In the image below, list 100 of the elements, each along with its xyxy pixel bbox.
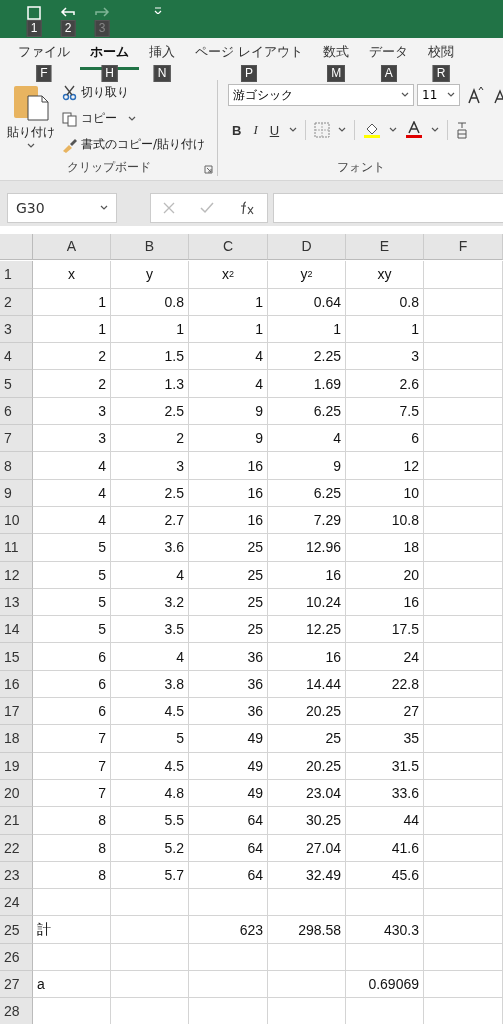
keytip-badge: A	[380, 65, 397, 82]
dropdown-icon[interactable]	[338, 127, 347, 133]
column-header[interactable]: C	[189, 234, 268, 260]
table-cell: 2.7	[111, 506, 189, 535]
name-box[interactable]: G30	[7, 192, 117, 223]
table-cell: 9	[189, 425, 268, 453]
row-header[interactable]: 24	[0, 889, 33, 917]
column-header[interactable]: B	[111, 234, 189, 260]
table-cell: 10.8	[346, 506, 424, 535]
table-cell: 5	[33, 561, 111, 589]
phonetic-guide-icon[interactable]	[456, 121, 469, 139]
table-cell: a	[33, 971, 111, 999]
row-header[interactable]: 3	[0, 315, 33, 344]
shrink-font-icon[interactable]	[494, 88, 503, 104]
row-header[interactable]: 15	[0, 643, 33, 671]
row-header[interactable]: 23	[0, 861, 33, 890]
column-header[interactable]: A	[33, 234, 111, 260]
table-cell: 16	[189, 479, 268, 507]
row-header[interactable]: 18	[0, 725, 33, 753]
row-header[interactable]: 25	[0, 916, 33, 944]
table-cell: 7.5	[346, 397, 424, 426]
table-cell: 7	[33, 752, 111, 780]
table-cell: 6	[33, 670, 111, 699]
dropdown-icon[interactable]	[389, 127, 398, 133]
table-cell: 45.6	[346, 861, 424, 890]
row-header[interactable]: 14	[0, 616, 33, 644]
row-header[interactable]: 28	[0, 998, 33, 1024]
table-cell: 8	[33, 807, 111, 835]
cut-button[interactable]: 切り取り	[62, 84, 129, 101]
undo-icon[interactable]	[60, 6, 76, 18]
table-cell: 14.44	[268, 670, 346, 699]
row-header[interactable]: 12	[0, 561, 33, 589]
redo-icon[interactable]	[94, 6, 110, 18]
copy-button[interactable]: コピー	[62, 110, 136, 127]
table-cell: 16	[268, 643, 346, 671]
font-color-icon[interactable]	[405, 121, 424, 139]
row-header[interactable]: 17	[0, 698, 33, 726]
format-painter-button[interactable]: 書式のコピー/貼り付け	[62, 136, 206, 153]
keytip-badge: R	[432, 65, 450, 82]
table-cell: 4	[111, 643, 189, 671]
table-cell: 4	[33, 479, 111, 507]
customize-toolbar-icon[interactable]	[154, 6, 162, 14]
dropdown-icon[interactable]	[289, 127, 298, 133]
row-header[interactable]: 4	[0, 343, 33, 371]
row-header[interactable]: 7	[0, 425, 33, 453]
table-cell: 0.69069	[346, 971, 424, 999]
grow-font-icon[interactable]	[468, 86, 484, 104]
underline-button[interactable]: U	[267, 122, 282, 138]
row-header[interactable]: 11	[0, 534, 33, 562]
dropdown-icon[interactable]	[431, 127, 440, 133]
insert-function-icon[interactable]	[238, 200, 255, 215]
dropdown-icon[interactable]	[100, 204, 108, 211]
row-header[interactable]: 19	[0, 752, 33, 780]
table-cell: 36	[189, 698, 268, 726]
row-header[interactable]: 6	[0, 397, 33, 426]
save-icon[interactable]	[27, 6, 41, 20]
row-header[interactable]: 2	[0, 288, 33, 316]
table-cell: x	[33, 261, 111, 289]
row-header[interactable]: 20	[0, 779, 33, 808]
row-header[interactable]: 8	[0, 452, 33, 480]
row-header[interactable]: 13	[0, 588, 33, 617]
fill-color-icon[interactable]	[363, 121, 382, 139]
table-cell: 35	[346, 725, 424, 753]
paste-button[interactable]: 貼り付け	[2, 82, 60, 149]
row-header[interactable]: 9	[0, 479, 33, 507]
table-cell: 3	[33, 397, 111, 426]
dropdown-icon[interactable]	[401, 92, 409, 98]
keytip-badge: F	[36, 65, 52, 82]
row-header[interactable]: 10	[0, 506, 33, 535]
table-cell: 4	[33, 452, 111, 480]
column-header[interactable]: D	[268, 234, 346, 260]
row-header[interactable]: 26	[0, 943, 33, 971]
column-header[interactable]: F	[424, 234, 503, 260]
scissors-icon	[62, 84, 78, 101]
table-cell: 3.5	[111, 616, 189, 644]
dialog-launcher-icon[interactable]	[204, 165, 213, 174]
table-cell: 6.25	[268, 397, 346, 426]
table-cell: 25	[268, 725, 346, 753]
copy-dropdown-icon[interactable]	[127, 115, 136, 122]
table-cell: 5	[33, 588, 111, 617]
row-header[interactable]: 1	[0, 261, 33, 289]
font-name-field[interactable]: 游ゴシック	[228, 84, 414, 106]
table-cell: 0.64	[268, 288, 346, 316]
paste-dropdown-icon[interactable]	[27, 143, 35, 149]
formula-input[interactable]	[273, 192, 503, 223]
table-cell: 49	[189, 725, 268, 753]
bold-button[interactable]: B	[230, 122, 244, 138]
dropdown-icon[interactable]	[447, 92, 455, 98]
italic-button[interactable]: I	[251, 122, 260, 138]
table-cell: 8	[33, 861, 111, 890]
row-header[interactable]: 5	[0, 370, 33, 398]
row-header[interactable]: 21	[0, 807, 33, 835]
copy-icon	[62, 110, 78, 127]
row-header[interactable]: 16	[0, 670, 33, 699]
font-size-field[interactable]: 11	[417, 84, 460, 106]
table-cell: 25	[189, 588, 268, 617]
column-header[interactable]: E	[346, 234, 424, 260]
row-header[interactable]: 27	[0, 971, 33, 999]
row-header[interactable]: 22	[0, 834, 33, 862]
table-cell: 49	[189, 752, 268, 780]
